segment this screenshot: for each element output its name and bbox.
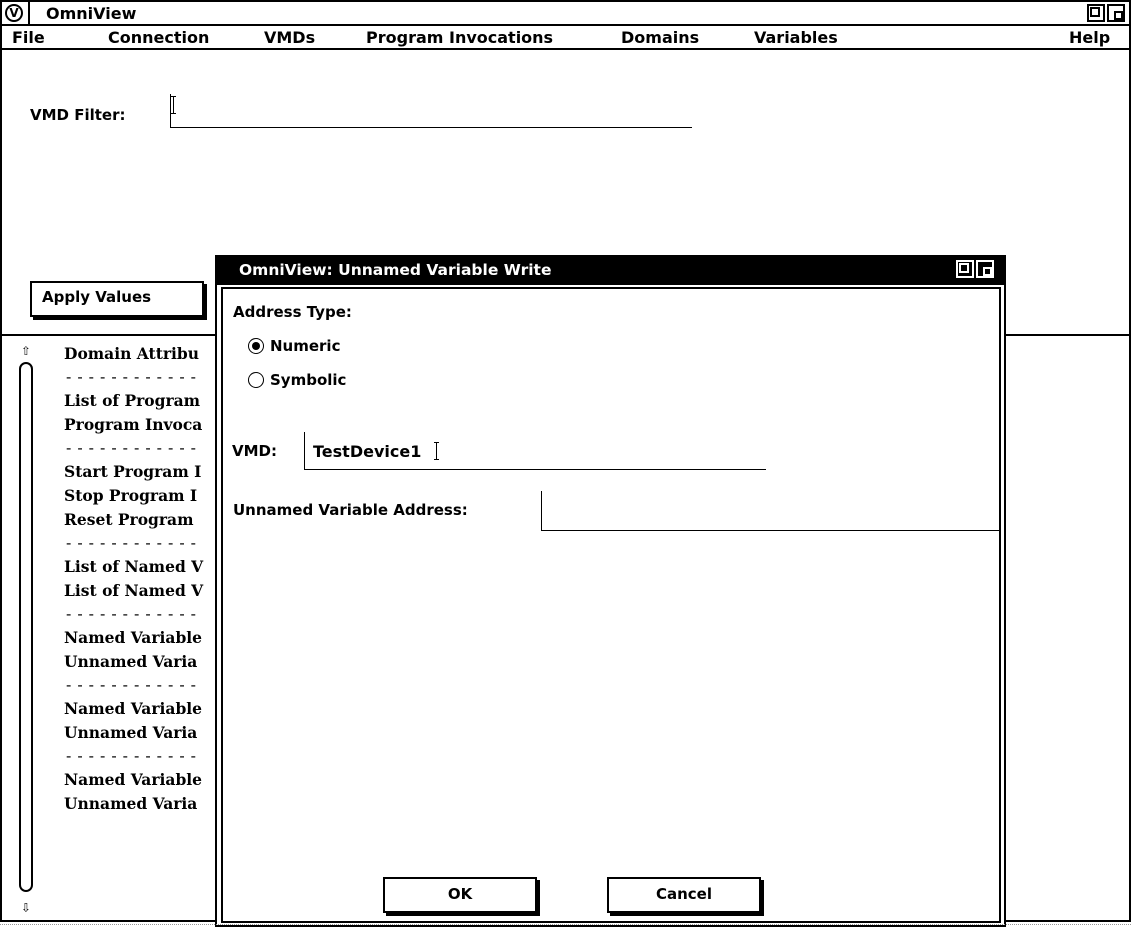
list-item[interactable]: List of Named V xyxy=(64,579,224,603)
dialog-window-controls xyxy=(956,260,994,278)
scrollbar-track[interactable] xyxy=(19,362,33,892)
list-item[interactable]: Unnamed Varia xyxy=(64,792,224,816)
cancel-button[interactable]: Cancel xyxy=(607,877,761,913)
dialog-title: OmniView: Unnamed Variable Write xyxy=(239,261,552,279)
radio-numeric-label: Numeric xyxy=(270,337,341,355)
radio-unselected-icon[interactable] xyxy=(248,372,264,388)
list-separator: ------------ xyxy=(64,438,200,457)
list-item[interactable]: List of Program xyxy=(64,389,224,413)
desktop-edge xyxy=(0,924,1131,930)
resize-icon[interactable] xyxy=(1087,4,1105,22)
menu-file[interactable]: File xyxy=(12,28,45,47)
scroll-up-arrow-icon[interactable]: ⇧ xyxy=(16,340,36,360)
list-item[interactable]: List of Named V xyxy=(64,555,224,579)
list-item[interactable]: Reset Program xyxy=(64,508,224,532)
radio-symbolic-label: Symbolic xyxy=(270,371,347,389)
apply-values-button[interactable]: Apply Values xyxy=(30,281,204,317)
list-separator: ------------ xyxy=(64,533,200,552)
vmd-filter-label: VMD Filter: xyxy=(30,106,126,124)
operations-list: Domain Attribu ------------ List of Progra… xyxy=(64,342,224,922)
vmd-filter-input[interactable] xyxy=(170,94,692,128)
ok-button[interactable]: OK xyxy=(383,877,537,913)
dialog-minimize-icon[interactable] xyxy=(976,260,994,278)
menu-vmds[interactable]: VMDs xyxy=(264,28,315,47)
list-scrollbar[interactable]: ⇧ ⇩ xyxy=(16,336,38,924)
radio-selected-icon[interactable] xyxy=(248,338,264,354)
dialog-titlebar: OmniView: Unnamed Variable Write xyxy=(217,257,1004,285)
unnamed-variable-address-input[interactable] xyxy=(541,491,999,531)
window-controls xyxy=(1087,4,1125,22)
dialog-body: Address Type: Numeric Symbolic VMD: Test… xyxy=(221,287,1001,923)
menu-variables[interactable]: Variables xyxy=(754,28,838,47)
minimize-icon[interactable] xyxy=(1107,4,1125,22)
main-titlebar: V OmniView xyxy=(2,2,1129,26)
unnamed-variable-write-dialog: OmniView: Unnamed Variable Write Address… xyxy=(215,255,1006,927)
list-separator: ------------ xyxy=(64,746,200,765)
menu-help[interactable]: Help xyxy=(1069,28,1110,47)
text-cursor-icon xyxy=(171,96,176,114)
radio-numeric[interactable]: Numeric xyxy=(248,337,340,355)
vmd-label: VMD: xyxy=(232,442,277,460)
dialog-resize-icon[interactable] xyxy=(956,260,974,278)
window-title: OmniView xyxy=(46,4,137,23)
window-menu-icon[interactable]: V xyxy=(5,4,23,22)
radio-symbolic[interactable]: Symbolic xyxy=(248,371,346,389)
list-item[interactable]: Named Variable xyxy=(64,697,224,721)
list-item[interactable]: Named Variable xyxy=(64,768,224,792)
vmd-value: TestDevice1 xyxy=(313,442,422,461)
address-type-label: Address Type: xyxy=(233,303,352,321)
menu-program-invocations[interactable]: Program Invocations xyxy=(366,28,553,47)
list-separator: ------------ xyxy=(64,675,200,694)
list-item[interactable]: Stop Program I xyxy=(64,484,224,508)
list-separator: ------------ xyxy=(64,604,200,623)
text-cursor-icon xyxy=(434,442,439,460)
list-separator: ------------ xyxy=(64,367,200,386)
menubar: File Connection VMDs Program Invocations… xyxy=(2,26,1129,50)
scroll-down-arrow-icon[interactable]: ⇩ xyxy=(16,897,36,917)
list-item[interactable]: Domain Attribu xyxy=(64,342,224,366)
list-item[interactable]: Named Variable xyxy=(64,626,224,650)
list-item[interactable]: Start Program I xyxy=(64,460,224,484)
menu-domains[interactable]: Domains xyxy=(621,28,699,47)
titlebar-divider xyxy=(28,2,30,24)
vmd-input[interactable]: TestDevice1 xyxy=(304,432,766,470)
unnamed-variable-address-label: Unnamed Variable Address: xyxy=(233,501,468,519)
list-item[interactable]: Unnamed Varia xyxy=(64,650,224,674)
list-item[interactable]: Unnamed Varia xyxy=(64,721,224,745)
list-item[interactable]: Program Invoca xyxy=(64,413,224,437)
menu-connection[interactable]: Connection xyxy=(108,28,209,47)
